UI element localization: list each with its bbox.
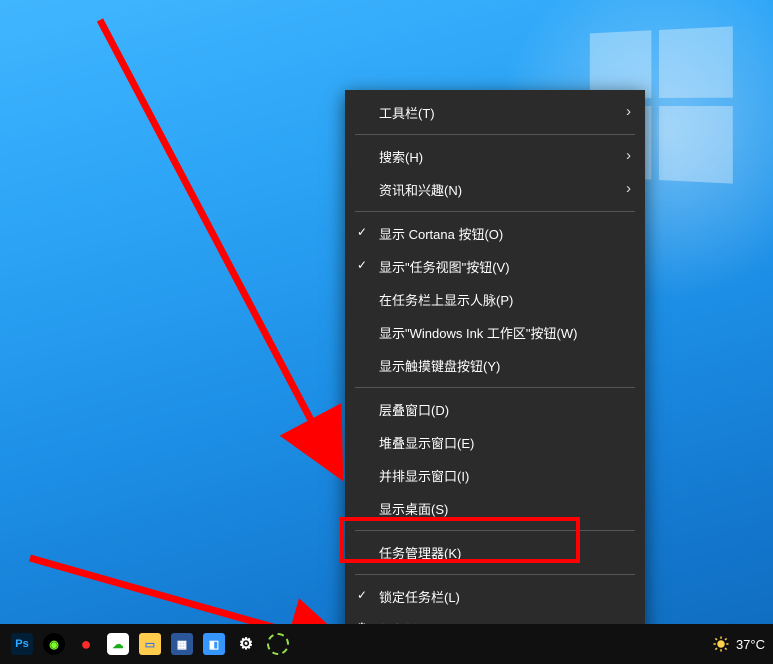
menu-label: 显示"Windows Ink 工作区"按钮(W) xyxy=(379,323,577,342)
menu-separator xyxy=(355,387,635,388)
menu-separator xyxy=(355,134,635,135)
menu-label: 显示桌面(S) xyxy=(379,499,448,518)
menu-search[interactable]: 搜索(H) xyxy=(345,140,645,173)
menu-label: 锁定任务栏(L) xyxy=(379,587,460,606)
menu-label: 搜索(H) xyxy=(379,147,423,166)
photoshop-icon: Ps xyxy=(11,633,33,655)
taskbar-context-menu: 工具栏(T) 搜索(H) 资讯和兴趣(N) 显示 Cortana 按钮(O) 显… xyxy=(345,90,645,652)
app6-icon: ▦ xyxy=(171,633,193,655)
wechat-icon: ☁ xyxy=(107,633,129,655)
menu-show-cortana[interactable]: 显示 Cortana 按钮(O) xyxy=(345,217,645,250)
menu-label: 堆叠显示窗口(E) xyxy=(379,433,474,452)
taskbar[interactable]: Ps ◉ ● ☁ ▭ ▦ ◧ ⚙ 37°C xyxy=(0,624,773,664)
taskbar-app-record[interactable]: ● xyxy=(70,624,102,664)
temperature-text: 37°C xyxy=(736,637,765,652)
menu-separator xyxy=(355,574,635,575)
weather-icon xyxy=(712,635,730,653)
menu-label: 工具栏(T) xyxy=(379,103,435,122)
menu-show-desktop[interactable]: 显示桌面(S) xyxy=(345,492,645,525)
taskbar-app-360[interactable]: ◉ xyxy=(38,624,70,664)
menu-show-people[interactable]: 在任务栏上显示人脉(P) xyxy=(345,283,645,316)
menu-task-manager[interactable]: 任务管理器(K) xyxy=(345,536,645,569)
menu-label: 显示触摸键盘按钮(Y) xyxy=(379,356,500,375)
menu-sidebyside[interactable]: 并排显示窗口(I) xyxy=(345,459,645,492)
menu-show-ink[interactable]: 显示"Windows Ink 工作区"按钮(W) xyxy=(345,316,645,349)
menu-label: 层叠窗口(D) xyxy=(379,400,449,419)
menu-separator xyxy=(355,530,635,531)
menu-label: 显示 Cortana 按钮(O) xyxy=(379,224,503,243)
taskbar-app-explorer[interactable]: ▭ xyxy=(134,624,166,664)
menu-label: 资讯和兴趣(N) xyxy=(379,180,462,199)
menu-show-touch-keyboard[interactable]: 显示触摸键盘按钮(Y) xyxy=(345,349,645,382)
taskbar-app-dashed[interactable] xyxy=(262,624,294,664)
taskbar-app-photoshop[interactable]: Ps xyxy=(6,624,38,664)
taskbar-app-6[interactable]: ▦ xyxy=(166,624,198,664)
gear-icon: ⚙ xyxy=(235,633,257,655)
menu-label: 任务管理器(K) xyxy=(379,543,461,562)
menu-separator xyxy=(355,211,635,212)
menu-label: 在任务栏上显示人脉(P) xyxy=(379,290,513,309)
menu-lock-taskbar[interactable]: 锁定任务栏(L) xyxy=(345,580,645,613)
dashed-circle-icon xyxy=(267,633,289,655)
menu-cascade[interactable]: 层叠窗口(D) xyxy=(345,393,645,426)
taskbar-app-wechat[interactable]: ☁ xyxy=(102,624,134,664)
desktop[interactable]: 工具栏(T) 搜索(H) 资讯和兴趣(N) 显示 Cortana 按钮(O) 显… xyxy=(0,0,773,664)
taskbar-app-settings[interactable]: ⚙ xyxy=(230,624,262,664)
menu-label: 显示"任务视图"按钮(V) xyxy=(379,257,510,276)
menu-show-taskview[interactable]: 显示"任务视图"按钮(V) xyxy=(345,250,645,283)
taskbar-app-7[interactable]: ◧ xyxy=(198,624,230,664)
app7-icon: ◧ xyxy=(203,633,225,655)
menu-news-interests[interactable]: 资讯和兴趣(N) xyxy=(345,173,645,206)
menu-toolbars[interactable]: 工具栏(T) xyxy=(345,96,645,129)
taskbar-tray[interactable]: 37°C xyxy=(712,624,765,664)
menu-stacked[interactable]: 堆叠显示窗口(E) xyxy=(345,426,645,459)
folder-icon: ▭ xyxy=(139,633,161,655)
taskbar-pinned-apps: Ps ◉ ● ☁ ▭ ▦ ◧ ⚙ xyxy=(0,624,294,664)
menu-label: 并排显示窗口(I) xyxy=(379,466,469,485)
360-icon: ◉ xyxy=(43,633,65,655)
record-icon: ● xyxy=(75,633,97,655)
